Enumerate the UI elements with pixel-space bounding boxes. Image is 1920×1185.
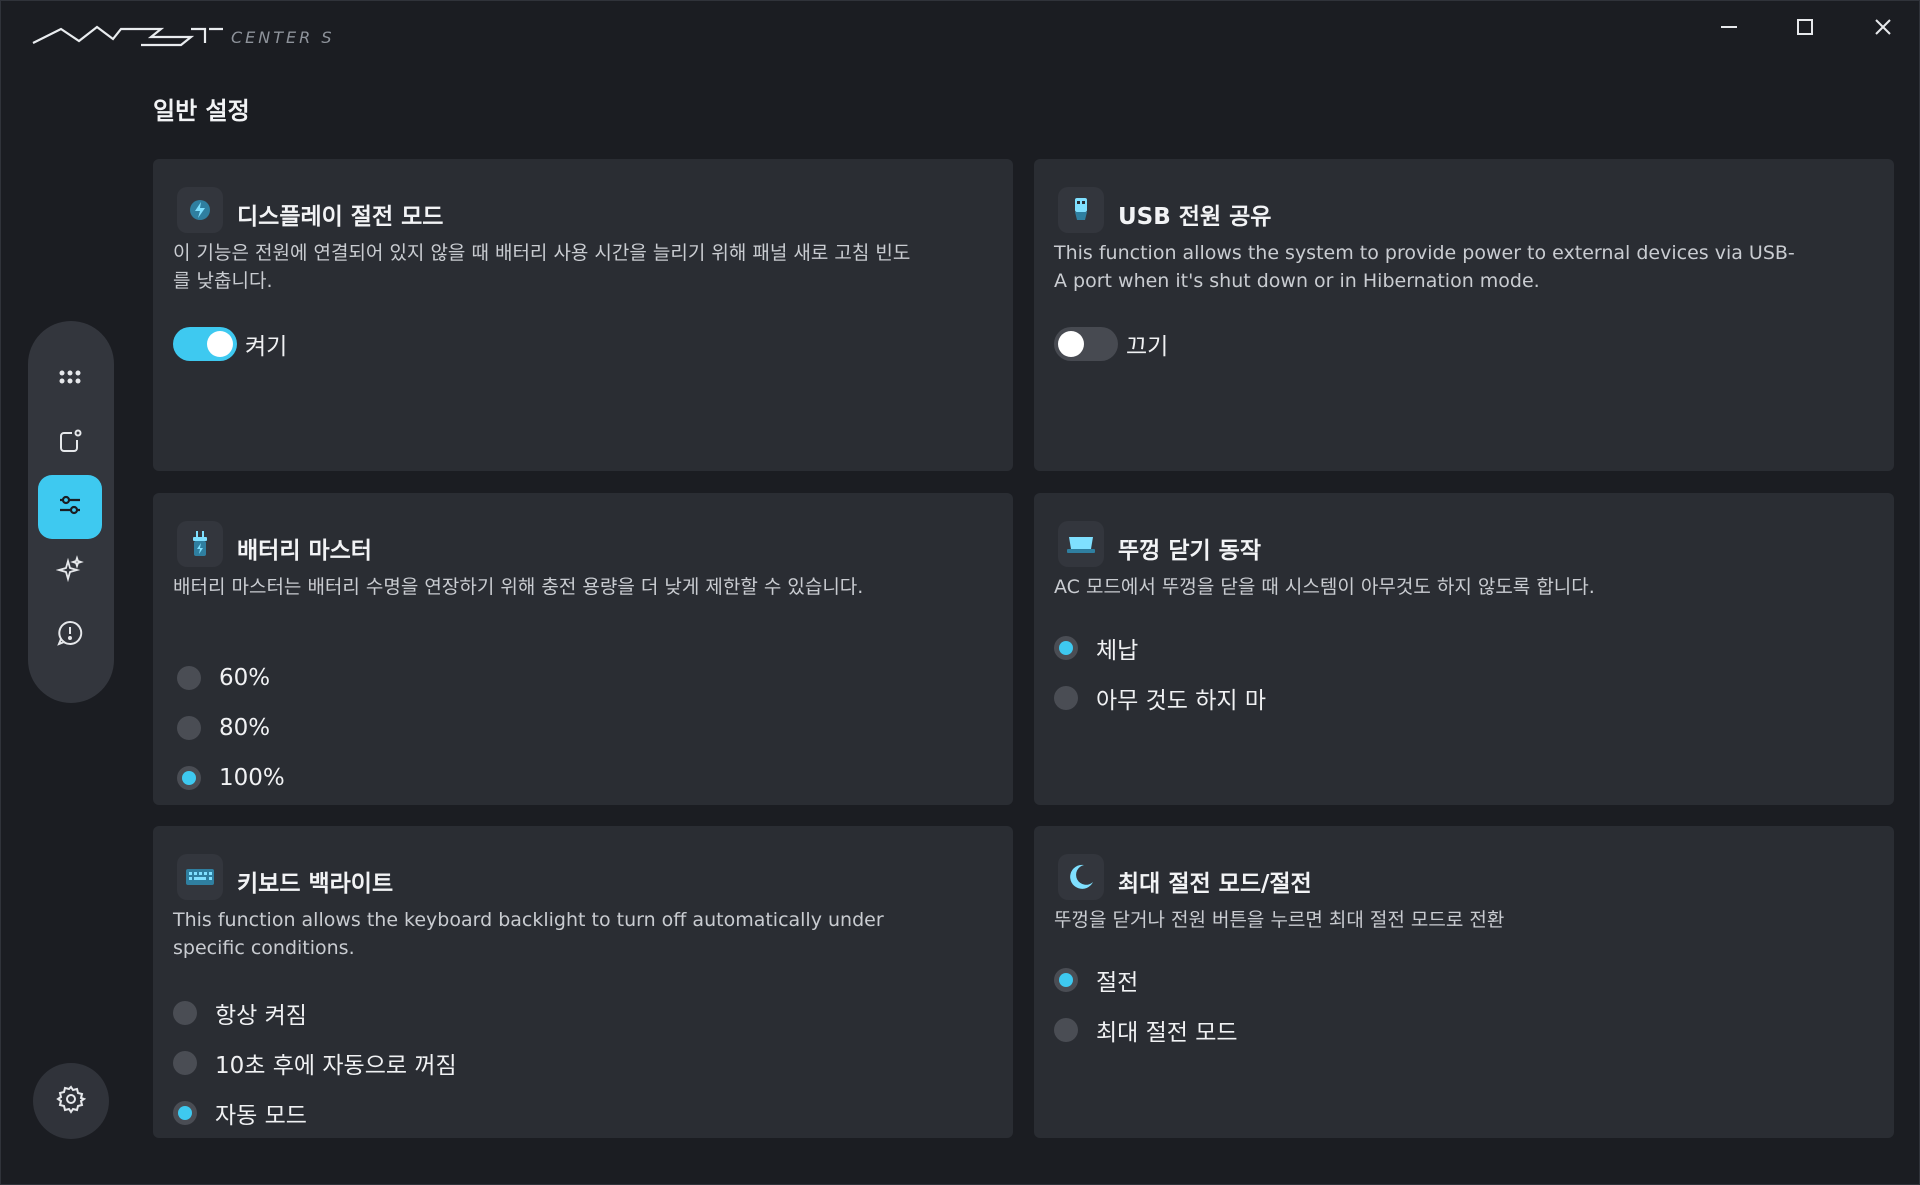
radio-button[interactable] bbox=[173, 1051, 197, 1075]
radio-label: 절전 bbox=[1096, 970, 1139, 996]
radio-button[interactable] bbox=[173, 1001, 197, 1025]
backlight-option-auto-mode[interactable]: 자동 모드 bbox=[173, 1088, 457, 1138]
radio-button[interactable] bbox=[177, 766, 201, 790]
sleep-option-sleep[interactable]: 절전 bbox=[1054, 955, 1238, 1005]
card-description: 이 기능은 전원에 연결되어 있지 않을 때 배터리 사용 시간을 늘리기 위해… bbox=[173, 242, 911, 292]
sleep-options: 절전 최대 절전 모드 bbox=[1054, 955, 1238, 1055]
radio-button[interactable] bbox=[1054, 1018, 1078, 1042]
general-settings-button[interactable] bbox=[38, 475, 102, 539]
radio-label: 최대 절전 모드 bbox=[1096, 1020, 1238, 1046]
msi-center-s-logo: CENTER S bbox=[31, 21, 391, 55]
keyboard-icon bbox=[177, 854, 223, 900]
radio-label: 체납 bbox=[1096, 638, 1139, 664]
lid-close-action-card: 뚜껑 닫기 동작 AC 모드에서 뚜껑을 닫을 때 시스템이 아무것도 하지 않… bbox=[1034, 493, 1894, 805]
display-saver-toggle[interactable] bbox=[173, 327, 237, 361]
card-description: 뚜껑을 닫거나 전원 버튼을 누르면 최대 절전 모드로 전환 bbox=[1054, 909, 1505, 931]
card-title: USB 전원 공유 bbox=[1118, 204, 1272, 230]
export-icon bbox=[56, 427, 84, 459]
sidebar bbox=[28, 321, 114, 703]
features-button[interactable] bbox=[38, 539, 102, 603]
card-title: 키보드 백라이트 bbox=[237, 871, 394, 897]
support-button[interactable] bbox=[38, 603, 102, 667]
display-power-saving-card: 디스플레이 절전 모드 이 기능은 전원에 연결되어 있지 않을 때 배터리 사… bbox=[153, 159, 1013, 471]
close-button[interactable] bbox=[1853, 7, 1913, 47]
hibernate-sleep-card: 최대 절전 모드/절전 뚜껑을 닫거나 전원 버튼을 누르면 최대 절전 모드로… bbox=[1034, 826, 1894, 1138]
radio-button[interactable] bbox=[1054, 636, 1078, 660]
keyboard-backlight-card: 키보드 백라이트 This function allows the keyboa… bbox=[153, 826, 1013, 1138]
apps-button[interactable] bbox=[38, 347, 102, 411]
gear-icon bbox=[56, 1084, 87, 1118]
apps-icon bbox=[56, 363, 84, 395]
sparkle-icon bbox=[55, 555, 84, 587]
moon-icon bbox=[1058, 854, 1104, 900]
display-saver-toggle-row: 켜기 bbox=[173, 327, 287, 361]
export-button[interactable] bbox=[38, 411, 102, 475]
page-title: 일반 설정 bbox=[153, 97, 250, 125]
radio-button[interactable] bbox=[1054, 686, 1078, 710]
card-description: This function allows the keyboard backli… bbox=[173, 909, 884, 959]
radio-label: 아무 것도 하지 마 bbox=[1096, 688, 1267, 714]
backlight-option-always-on[interactable]: 항상 켜짐 bbox=[173, 988, 457, 1038]
toggle-knob bbox=[1058, 331, 1084, 357]
battery-plug-icon bbox=[177, 521, 223, 567]
card-title: 뚜껑 닫기 동작 bbox=[1118, 538, 1261, 564]
radio-label: 10초 후에 자동으로 꺼짐 bbox=[215, 1053, 457, 1079]
minimize-button[interactable] bbox=[1699, 7, 1759, 47]
card-description: 배터리 마스터는 배터리 수명을 연장하기 위해 충전 용량을 더 낮게 제한할… bbox=[173, 576, 864, 598]
battery-option-100[interactable]: 100% bbox=[177, 753, 285, 803]
battery-master-card: 배터리 마스터 배터리 마스터는 배터리 수명을 연장하기 위해 충전 용량을 … bbox=[153, 493, 1013, 805]
maximize-button[interactable] bbox=[1775, 7, 1835, 47]
sleep-option-hibernate[interactable]: 최대 절전 모드 bbox=[1054, 1005, 1238, 1055]
radio-label: 항상 켜짐 bbox=[215, 1003, 307, 1029]
app-window: CENTER S 일반 설정 디스플레이 절전 모드 이 기능은 전원에 연결되… bbox=[0, 0, 1920, 1185]
laptop-lid-icon bbox=[1058, 521, 1104, 567]
card-description: AC 모드에서 뚜껑을 닫을 때 시스템이 아무것도 하지 않도록 합니다. bbox=[1054, 576, 1595, 598]
radio-label: 60% bbox=[219, 665, 271, 691]
card-description: This function allows the system to provi… bbox=[1054, 242, 1795, 292]
usb-power-toggle-row: 끄기 bbox=[1054, 327, 1168, 361]
battery-limit-options: 60% 80% 100% bbox=[177, 653, 285, 803]
radio-label: 100% bbox=[219, 765, 285, 791]
backlight-option-auto-off-10s[interactable]: 10초 후에 자동으로 꺼짐 bbox=[173, 1038, 457, 1088]
sliders-icon bbox=[55, 490, 85, 524]
card-title: 디스플레이 절전 모드 bbox=[237, 204, 444, 230]
radio-button[interactable] bbox=[173, 1101, 197, 1125]
battery-option-80[interactable]: 80% bbox=[177, 703, 285, 753]
usb-power-toggle[interactable] bbox=[1054, 327, 1118, 361]
svg-text:CENTER S: CENTER S bbox=[231, 28, 335, 47]
toggle-label: 끄기 bbox=[1126, 334, 1169, 360]
card-title: 배터리 마스터 bbox=[237, 538, 372, 564]
radio-button[interactable] bbox=[177, 716, 201, 740]
backlight-options: 항상 켜짐 10초 후에 자동으로 꺼짐 자동 모드 bbox=[173, 988, 457, 1138]
alert-icon bbox=[56, 619, 84, 651]
card-title: 최대 절전 모드/절전 bbox=[1118, 871, 1312, 897]
lid-option-default[interactable]: 체납 bbox=[1054, 623, 1266, 673]
battery-option-60[interactable]: 60% bbox=[177, 653, 285, 703]
radio-button[interactable] bbox=[177, 666, 201, 690]
radio-label: 80% bbox=[219, 715, 271, 741]
settings-button[interactable] bbox=[33, 1063, 109, 1139]
display-saver-icon bbox=[177, 187, 223, 233]
usb-icon bbox=[1058, 187, 1104, 233]
lid-close-options: 체납 아무 것도 하지 마 bbox=[1054, 623, 1266, 723]
toggle-label: 켜기 bbox=[245, 334, 288, 360]
toggle-knob bbox=[207, 331, 233, 357]
radio-button[interactable] bbox=[1054, 968, 1078, 992]
usb-power-share-card: USB 전원 공유 This function allows the syste… bbox=[1034, 159, 1894, 471]
radio-label: 자동 모드 bbox=[215, 1103, 307, 1129]
lid-option-do-nothing[interactable]: 아무 것도 하지 마 bbox=[1054, 673, 1266, 723]
